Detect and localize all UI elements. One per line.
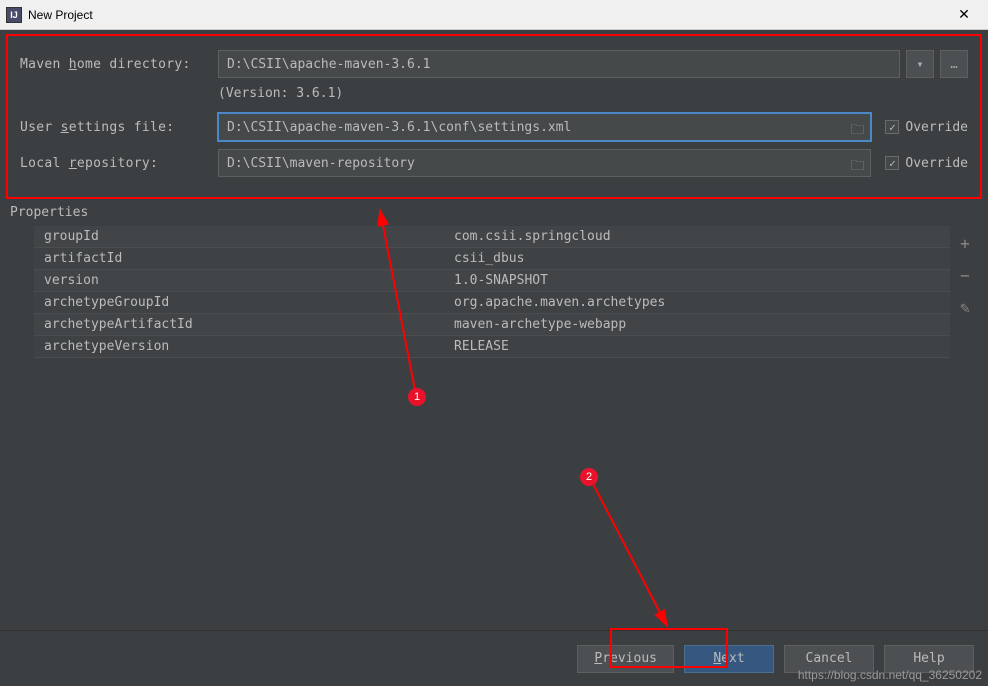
pencil-icon: ✎	[960, 298, 970, 317]
chevron-down-icon: ▾	[916, 57, 923, 71]
minus-icon: −	[960, 266, 970, 285]
add-property-button[interactable]: +	[954, 232, 976, 254]
maven-version-text: (Version: 3.6.1)	[218, 86, 968, 101]
dialog-content: Maven home directory: D:\CSII\apache-mav…	[0, 30, 988, 686]
property-value: maven-archetype-webapp	[454, 317, 950, 332]
maven-home-input[interactable]: D:\CSII\apache-maven-3.6.1	[218, 50, 900, 78]
close-icon[interactable]: ✕	[946, 3, 982, 27]
maven-home-label: Maven home directory:	[20, 57, 218, 72]
table-row[interactable]: version1.0-SNAPSHOT	[34, 270, 950, 292]
property-key: archetypeGroupId	[34, 295, 454, 310]
property-value: org.apache.maven.archetypes	[454, 295, 950, 310]
table-row[interactable]: groupIdcom.csii.springcloud	[34, 226, 950, 248]
maven-home-value: D:\CSII\apache-maven-3.6.1	[227, 57, 431, 72]
edit-property-button[interactable]: ✎	[954, 296, 976, 318]
properties-table[interactable]: groupIdcom.csii.springcloudartifactIdcsi…	[34, 226, 950, 630]
checkbox-checked-icon: ✓	[885, 156, 899, 170]
folder-icon[interactable]: 🗀	[850, 119, 864, 143]
local-repo-override-checkbox[interactable]: ✓ Override	[885, 156, 968, 171]
folder-icon[interactable]: 🗀	[850, 155, 864, 179]
plus-icon: +	[960, 234, 970, 253]
maven-home-dropdown-button[interactable]: ▾	[906, 50, 934, 78]
user-settings-override-checkbox[interactable]: ✓ Override	[885, 120, 968, 135]
property-key: artifactId	[34, 251, 454, 266]
property-value: csii_dbus	[454, 251, 950, 266]
checkbox-checked-icon: ✓	[885, 120, 899, 134]
user-settings-label: User settings file:	[20, 120, 218, 135]
property-value: RELEASE	[454, 339, 950, 354]
next-button[interactable]: Next	[684, 645, 774, 673]
properties-panel: Properties groupIdcom.csii.springcloudar…	[8, 201, 980, 630]
table-row[interactable]: archetypeVersionRELEASE	[34, 336, 950, 358]
properties-heading: Properties	[10, 205, 980, 220]
local-repo-value: D:\CSII\maven-repository	[227, 156, 415, 171]
remove-property-button[interactable]: −	[954, 264, 976, 286]
maven-home-browse-button[interactable]: …	[940, 50, 968, 78]
property-key: archetypeArtifactId	[34, 317, 454, 332]
user-settings-input[interactable]: D:\CSII\apache-maven-3.6.1\conf\settings…	[218, 113, 871, 141]
property-key: archetypeVersion	[34, 339, 454, 354]
table-row[interactable]: archetypeGroupIdorg.apache.maven.archety…	[34, 292, 950, 314]
previous-button[interactable]: Previous	[577, 645, 674, 673]
watermark-text: https://blog.csdn.net/qq_36250202	[798, 668, 982, 682]
ellipsis-icon: …	[950, 57, 957, 71]
app-icon: IJ	[6, 7, 22, 23]
override-label-text: Override	[905, 156, 968, 171]
window-title: New Project	[28, 8, 946, 22]
table-row[interactable]: archetypeArtifactIdmaven-archetype-webap…	[34, 314, 950, 336]
table-row[interactable]: artifactIdcsii_dbus	[34, 248, 950, 270]
titlebar: IJ New Project ✕	[0, 0, 988, 30]
maven-config-panel: Maven home directory: D:\CSII\apache-mav…	[6, 34, 982, 199]
local-repo-label: Local repository:	[20, 156, 218, 171]
local-repo-input[interactable]: D:\CSII\maven-repository 🗀	[218, 149, 871, 177]
property-key: groupId	[34, 229, 454, 244]
property-value: 1.0-SNAPSHOT	[454, 273, 950, 288]
override-label-text: Override	[905, 120, 968, 135]
user-settings-value: D:\CSII\apache-maven-3.6.1\conf\settings…	[227, 120, 571, 135]
property-key: version	[34, 273, 454, 288]
property-value: com.csii.springcloud	[454, 229, 950, 244]
